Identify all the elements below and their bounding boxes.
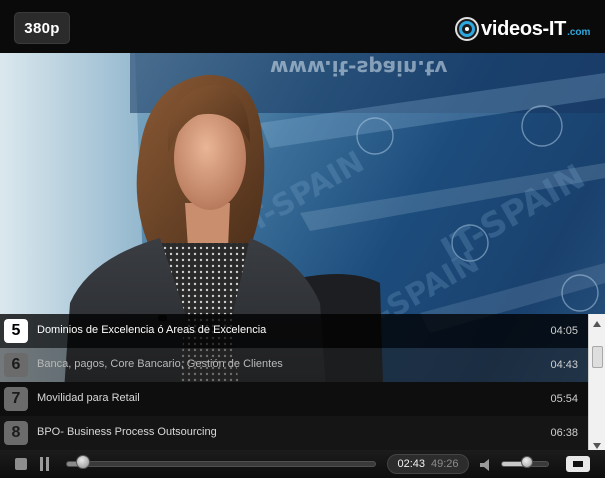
videos-it-logo: videos-IT .com <box>455 16 590 42</box>
chapter-time: 04:05 <box>550 325 578 337</box>
chapter-list-scrollbar[interactable] <box>588 314 605 450</box>
current-time: 02:43 <box>397 458 425 470</box>
pause-icon[interactable] <box>40 457 50 471</box>
chapter-title: Banca, pagos, Core Bancario, Gestión de … <box>37 358 283 370</box>
watermark-url: www.it-spain.tv <box>270 56 447 80</box>
chapter-time: 06:38 <box>550 427 578 439</box>
videos-it-logo-icon <box>455 17 479 41</box>
seek-handle[interactable] <box>76 455 91 469</box>
logo-text: videos-IT <box>481 17 567 40</box>
quality-button[interactable]: 380p <box>14 12 70 44</box>
chapter-item-5[interactable]: 5 Dominios de Excelencia ó Areas de Exce… <box>0 314 588 348</box>
scroll-down-icon[interactable] <box>591 438 603 449</box>
chapter-item-6[interactable]: 6 Banca, pagos, Core Bancario, Gestión d… <box>0 348 588 382</box>
chapter-title: Dominios de Excelencia ó Areas de Excele… <box>37 324 267 336</box>
chapter-item-7[interactable]: 7 Movilidad para Retail 05:54 <box>0 382 588 416</box>
chapter-number: 5 <box>4 319 28 343</box>
video-player: 380p videos-IT .com IT-SPAIN IT-SPAIN IT… <box>0 0 605 478</box>
speaker-icon[interactable] <box>480 458 494 471</box>
time-display: 02:43 49:26 <box>387 454 469 474</box>
player-top-bar: 380p videos-IT .com <box>0 0 605 53</box>
scrollbar-thumb[interactable] <box>592 346 603 368</box>
chapter-item-8[interactable]: 8 BPO- Business Process Outsourcing 06:3… <box>0 416 588 450</box>
chapter-title: BPO- Business Process Outsourcing <box>37 426 217 438</box>
chapter-number: 8 <box>4 421 28 445</box>
logo-suffix: .com <box>567 27 591 38</box>
fullscreen-icon[interactable] <box>566 456 590 472</box>
control-bar: 02:43 49:26 <box>0 450 605 478</box>
chapter-list: 5 Dominios de Excelencia ó Areas de Exce… <box>0 314 605 450</box>
chapter-number: 6 <box>4 353 28 377</box>
total-time: 49:26 <box>431 458 459 470</box>
chapter-title: Movilidad para Retail <box>37 392 140 404</box>
chapter-time: 04:43 <box>550 359 578 371</box>
scroll-up-icon[interactable] <box>591 316 603 327</box>
chapter-time: 05:54 <box>550 393 578 405</box>
chapter-number: 7 <box>4 387 28 411</box>
stop-icon[interactable] <box>15 458 27 470</box>
seek-bar[interactable] <box>66 461 376 467</box>
